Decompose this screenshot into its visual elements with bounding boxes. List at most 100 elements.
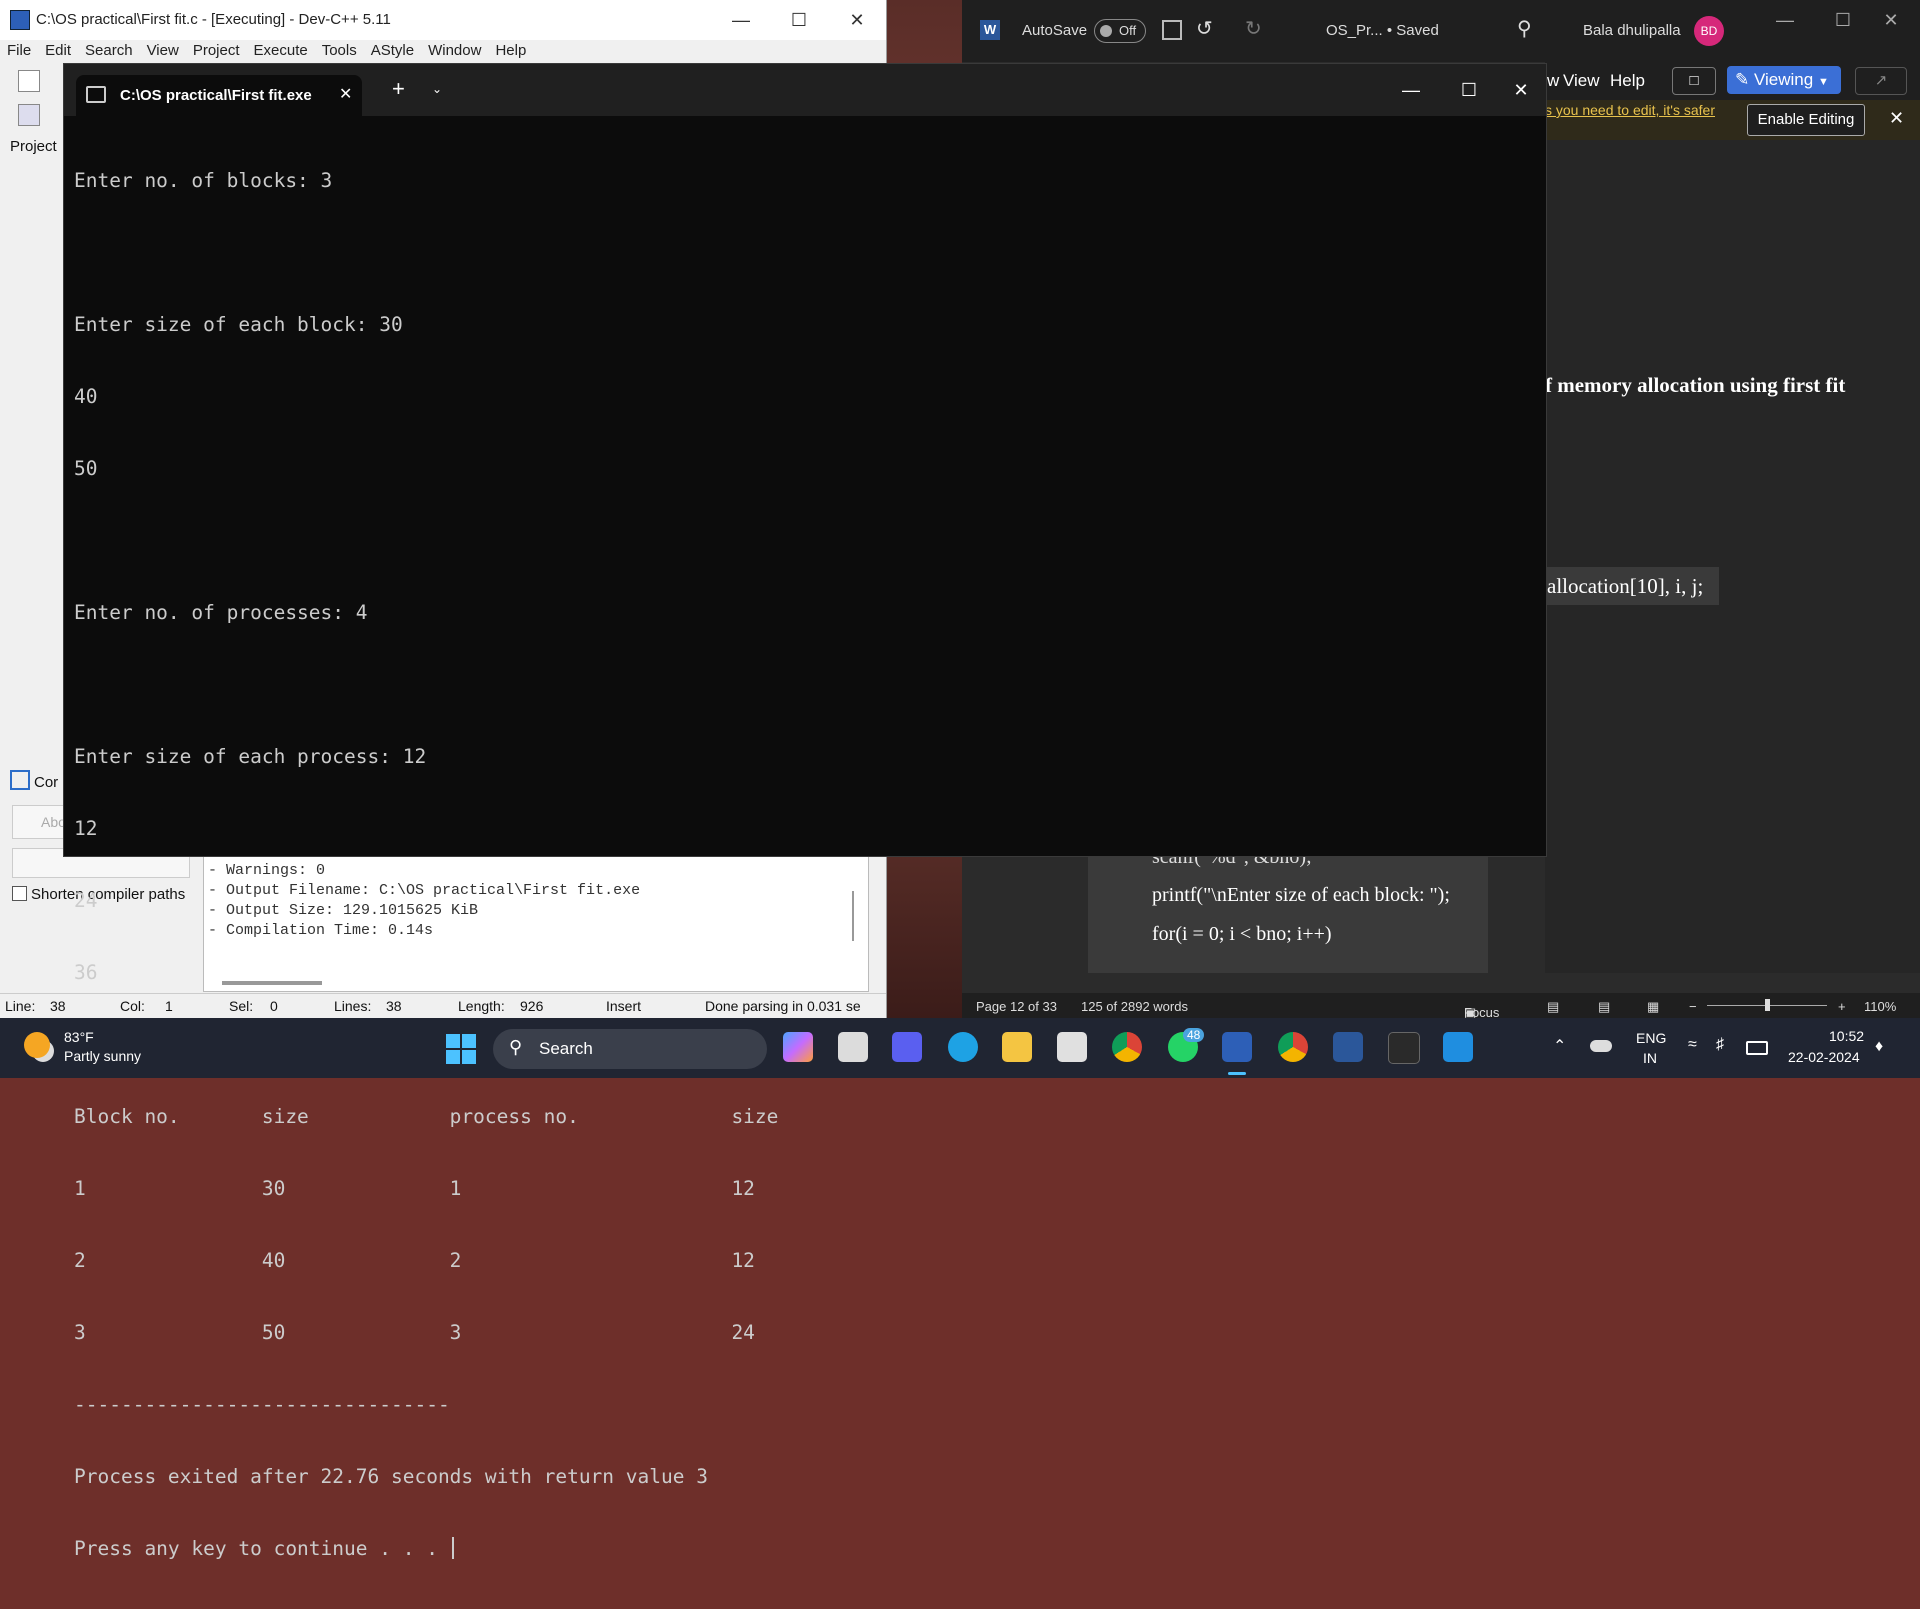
autosave-label: AutoSave [1022,22,1088,39]
avatar[interactable]: BD [1694,16,1724,46]
start-tile [462,1034,476,1048]
zoom-out-icon[interactable]: − [1689,999,1697,1014]
menu-help[interactable]: Help [488,40,533,61]
start-icon[interactable] [446,1034,476,1064]
save-icon[interactable] [1162,20,1182,40]
zoom-level[interactable]: 110% [1864,999,1896,1014]
word-taskbar-icon[interactable] [1333,1032,1363,1062]
terminal-line: Enter size of each process: 12 [74,745,427,768]
terminal-line: 1 30 1 12 [74,1177,755,1200]
wifi-icon[interactable]: ≈ [1688,1036,1697,1054]
menu-search[interactable]: Search [78,40,140,61]
devcpp-minimize-button[interactable]: — [712,0,770,40]
menu-execute[interactable]: Execute [247,40,315,61]
paint-icon[interactable] [1443,1032,1473,1062]
teams-chat-icon[interactable] [892,1032,922,1062]
chevron-up-icon[interactable]: ⌃ [1553,1036,1566,1056]
terminal-close-button[interactable]: ✕ [1492,64,1550,116]
status-line-label: Line: [5,998,36,1014]
start-tile [446,1050,460,1064]
weather-desc: Partly sunny [64,1048,142,1064]
terminal-maximize-button[interactable]: ☐ [1440,64,1498,116]
share-button[interactable]: ↗ [1855,67,1907,95]
new-tab-icon[interactable]: + [392,76,405,102]
enable-editing-label: Enable Editing [1757,111,1855,128]
infobar-close-icon[interactable]: ✕ [1889,108,1904,129]
menu-project[interactable]: Project [186,40,247,61]
volume-muted-icon[interactable]: ♯ [1716,1036,1724,1054]
tab-close-icon[interactable]: ✕ [339,84,352,104]
compiler-tab[interactable]: Cor [10,770,58,791]
ribbon-tab-help[interactable]: Help [1610,71,1645,91]
autosave-state: Off [1119,23,1137,38]
menu-view[interactable]: View [140,40,186,61]
terminal-minimize-button[interactable]: — [1382,64,1440,116]
redo-icon[interactable]: ↻ [1245,16,1262,41]
infobar-link[interactable]: s you need to edit, it's safer [1545,102,1715,118]
menu-window[interactable]: Window [421,40,488,61]
chrome-profile-icon[interactable] [1278,1032,1308,1062]
viewing-mode-button[interactable]: ✎ Viewing ▼ [1727,66,1841,94]
autosave-toggle[interactable]: Off [1094,19,1146,43]
doc-heading: f memory allocation using first fit [1545,373,1846,397]
lang-bottom[interactable]: IN [1643,1050,1657,1066]
terminal-line: Enter no. of processes: 4 [74,601,368,624]
zoom-in-icon[interactable]: + [1838,999,1846,1014]
zoom-slider[interactable] [1707,999,1827,1011]
terminal-taskbar-icon[interactable] [1388,1032,1420,1064]
zoom-slider-thumb[interactable] [1765,999,1770,1011]
notification-bell-icon[interactable]: ♦ [1875,1038,1883,1056]
search-icon[interactable]: ⚲ [1517,16,1532,41]
word-minimize-button[interactable]: — [1756,0,1814,40]
project-tab[interactable]: Project [10,138,57,155]
web-layout-icon[interactable]: ▦ [1647,999,1659,1015]
print-layout-icon[interactable]: ▤ [1598,999,1610,1015]
terminal-output[interactable]: Enter no. of blocks: 3 Enter size of eac… [74,121,1534,1560]
battery-icon[interactable] [1746,1041,1768,1055]
search-icon: ⚲ [509,1037,523,1057]
copilot-icon[interactable] [783,1032,813,1062]
weather-temp: 83°F [64,1029,94,1045]
edge-icon[interactable] [948,1032,978,1062]
chrome-icon[interactable] [1112,1032,1142,1062]
store-icon[interactable] [1057,1032,1087,1062]
taskbar-search[interactable]: ⚲ Search [493,1029,767,1069]
grid-icon [10,770,30,790]
terminal-line: 50 [74,457,98,480]
devcpp-taskbar-icon[interactable] [1222,1032,1252,1062]
terminal-tab-icon [86,86,106,103]
menu-edit[interactable]: Edit [38,40,78,61]
doc-name[interactable]: OS_Pr... • Saved [1326,22,1439,39]
devcpp-close-button[interactable]: ✕ [828,0,886,40]
lang-top[interactable]: ENG [1636,1030,1666,1046]
viewing-label: Viewing [1753,70,1814,89]
menu-astyle[interactable]: AStyle [364,40,421,61]
ribbon-tab-view[interactable]: View [1563,71,1600,91]
enable-editing-button[interactable]: Enable Editing [1747,104,1865,136]
terminal-line: 2 40 2 12 [74,1249,755,1272]
word-close-button[interactable]: ✕ [1862,0,1920,40]
checkbox-box[interactable] [12,886,27,901]
weather-widget[interactable]: 83°F Partly sunny [20,1026,160,1070]
new-file-icon[interactable] [18,70,40,92]
taskbar: 83°F Partly sunny ⚲ Search 48 ⌃ ENG IN ≈… [0,1018,1920,1078]
devcpp-maximize-button[interactable]: ☐ [770,0,828,40]
menu-file[interactable]: File [0,40,38,61]
undo-icon[interactable]: ↺ [1196,16,1213,41]
terminal-tab-title: C:\OS practical\First fit.exe [120,87,312,104]
menu-tools[interactable]: Tools [315,40,364,61]
onedrive-icon[interactable] [1590,1040,1612,1052]
file-explorer-icon[interactable] [1002,1032,1032,1062]
comments-button[interactable]: □ [1672,67,1716,95]
tab-dropdown-icon[interactable]: ⌄ [432,82,442,96]
devcpp-app-icon [10,10,30,30]
clock-time[interactable]: 10:52 [1829,1028,1864,1044]
terminal-line: 12 [74,817,98,840]
task-view-icon[interactable] [838,1032,868,1062]
search-label: Search [539,1039,593,1058]
clock-date[interactable]: 22-02-2024 [1788,1049,1860,1065]
terminal-tab[interactable]: C:\OS practical\First fit.exe ✕ [76,75,362,116]
read-mode-icon[interactable]: ▤ [1547,999,1559,1015]
indent-icon[interactable] [18,104,40,126]
